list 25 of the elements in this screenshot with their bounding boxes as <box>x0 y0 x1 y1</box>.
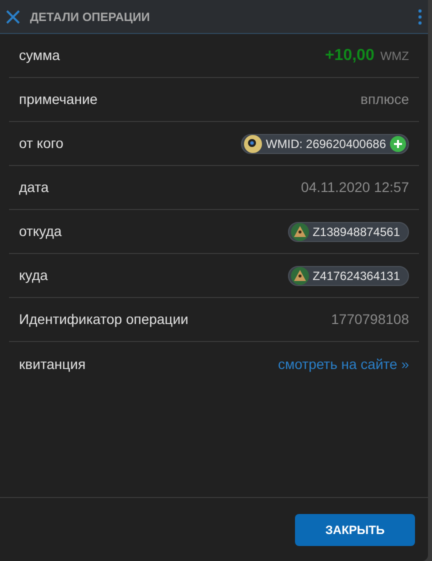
row-label: квитанция <box>19 354 86 374</box>
row-label: сумма <box>19 46 60 65</box>
close-icon[interactable] <box>6 10 20 24</box>
amount-value: +10,00 <box>324 46 374 66</box>
avatar-icon <box>244 134 262 152</box>
row-label: примечание <box>19 90 98 109</box>
row-label: от кого <box>19 134 64 153</box>
row-value: 1770798108 <box>331 310 409 329</box>
wmid-chip[interactable]: WMID: 269620400686 <box>240 134 409 154</box>
row-value: вплюсе <box>360 90 409 109</box>
row-label: Идентификатор операции <box>19 310 188 329</box>
purse-chip[interactable]: Z138948874561 <box>288 222 409 242</box>
row-value: 04.11.2020 12:57 <box>301 178 409 197</box>
row-label: откуда <box>19 222 62 241</box>
pyramid-icon <box>290 266 309 284</box>
row-label: дата <box>19 178 49 197</box>
purse-chip[interactable]: Z417624364131 <box>288 266 409 286</box>
receipt-link[interactable]: смотреть на сайте » <box>278 354 409 374</box>
close-button[interactable]: ЗАКРЫТЬ <box>295 514 415 546</box>
more-icon[interactable] <box>418 8 422 24</box>
dialog-title: ДЕТАЛИ ОПЕРАЦИИ <box>30 8 151 26</box>
add-icon[interactable] <box>390 136 406 152</box>
pyramid-icon <box>290 222 309 240</box>
currency-unit: WMZ <box>380 48 409 64</box>
row-label: куда <box>19 266 48 285</box>
